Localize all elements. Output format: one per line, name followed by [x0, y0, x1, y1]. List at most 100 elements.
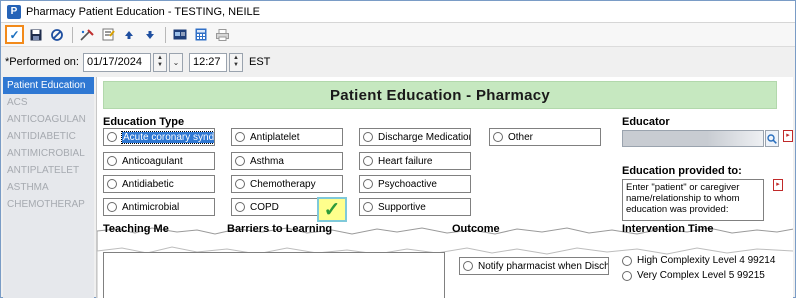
- radio-antimicrobial[interactable]: Antimicrobial: [103, 198, 215, 216]
- toolbar-separator: [72, 26, 73, 43]
- radio-discharge-medications[interactable]: Discharge Medications: [359, 128, 471, 146]
- provided-to-document-icon[interactable]: ▸: [773, 179, 783, 191]
- calculator-button[interactable]: [192, 26, 210, 44]
- radio-anticoagulant[interactable]: Anticoagulant: [103, 152, 215, 170]
- spin-down-icon: ▼: [157, 62, 163, 68]
- educator-search-button[interactable]: [765, 130, 779, 147]
- down-arrow-icon: [146, 30, 154, 39]
- search-icon: [767, 133, 777, 144]
- sidebar-item-anticoagulant[interactable]: ANTICOAGULAN: [3, 111, 94, 128]
- radio-heart-failure[interactable]: Heart failure: [359, 152, 471, 170]
- arrow-icon: ▸: [776, 181, 780, 188]
- radio-chemotherapy[interactable]: Chemotherapy: [231, 175, 343, 193]
- educator-heading: Educator: [622, 116, 670, 128]
- teaching-methods-heading: Teaching Me: [103, 223, 169, 235]
- save-button[interactable]: [27, 26, 45, 44]
- radio-circle-icon: [622, 270, 632, 281]
- performed-on-row: *Performed on: 01/17/2024 ▲ ▼ ⌄ 12:27 ▲ ▼ …: [1, 50, 795, 74]
- sidebar-item-chemotherapy[interactable]: CHEMOTHERAP: [3, 196, 94, 213]
- radio-acute-coronary-syndrome[interactable]: Acute coronary syndrome: [103, 128, 215, 146]
- toolbar: ✓: [1, 23, 795, 47]
- radio-notify-pharmacist[interactable]: Notify pharmacist when Discharged: [459, 257, 609, 275]
- sidebar-item-patient-education[interactable]: Patient Education: [3, 77, 94, 94]
- performed-on-label: *Performed on:: [5, 56, 79, 68]
- cancel-button[interactable]: [48, 26, 66, 44]
- form-banner: Patient Education - Pharmacy: [103, 81, 777, 109]
- provided-to-heading: Education provided to:: [622, 165, 742, 177]
- sidebar-item-antidiabetic[interactable]: ANTIDIABETIC: [3, 128, 94, 145]
- performed-time-field[interactable]: 12:27: [188, 52, 227, 72]
- radio-circle-icon: [235, 156, 245, 166]
- option-label: Asthma: [250, 155, 284, 167]
- up-arrow-icon: [125, 30, 133, 39]
- sign-checkmark-button[interactable]: ✓: [5, 25, 24, 44]
- radio-supportive[interactable]: Supportive: [359, 198, 471, 216]
- tools-button[interactable]: [78, 26, 96, 44]
- radio-circle-icon: [363, 202, 373, 212]
- radio-circle-icon: [235, 179, 245, 189]
- radio-circle-icon: [622, 255, 632, 266]
- radio-high-complexity[interactable]: High Complexity Level 4 99214: [622, 255, 775, 266]
- radio-circle-icon: [463, 261, 473, 271]
- cancel-icon: [51, 28, 63, 41]
- radio-antidiabetic[interactable]: Antidiabetic: [103, 175, 215, 193]
- sidebar-item-acs[interactable]: ACS: [3, 94, 94, 111]
- barriers-heading: Barriers to Learning: [227, 223, 333, 235]
- print-button[interactable]: [213, 26, 231, 44]
- app-icon: P: [7, 4, 21, 19]
- date-spinner[interactable]: ▲ ▼: [152, 52, 167, 72]
- radio-circle-icon: [107, 132, 117, 142]
- section-nav: Patient Education ACS ANTICOAGULAN ANTID…: [3, 77, 94, 298]
- option-label: High Complexity Level 4 99214: [637, 255, 776, 266]
- radio-circle-icon: [107, 179, 117, 189]
- move-up-button[interactable]: [120, 26, 138, 44]
- provided-to-input[interactable]: Enter "patient" or caregiver name/relati…: [622, 179, 764, 221]
- option-label: Very Complex Level 5 99215: [637, 270, 765, 281]
- radio-circle-icon: [107, 156, 117, 166]
- performed-date-field[interactable]: 01/17/2024: [82, 52, 151, 72]
- sidebar-item-asthma[interactable]: ASTHMA: [3, 179, 94, 196]
- outcome-heading: Outcome: [452, 223, 500, 235]
- date-dropdown[interactable]: ⌄: [168, 52, 183, 72]
- option-label: Acute coronary syndrome: [121, 130, 214, 144]
- radio-circle-icon: [107, 202, 117, 212]
- teaching-notes-textarea[interactable]: [103, 252, 445, 298]
- radio-antiplatelet[interactable]: Antiplatelet: [231, 128, 343, 146]
- radio-circle-icon: [363, 132, 373, 142]
- radio-asthma[interactable]: Asthma: [231, 152, 343, 170]
- option-label: Notify pharmacist when Discharged: [478, 260, 609, 272]
- radio-circle-icon: [235, 202, 245, 212]
- calculator-icon: [195, 28, 207, 41]
- educator-document-icon[interactable]: ▸: [783, 130, 793, 142]
- radio-circle-icon: [493, 132, 503, 142]
- tools-icon: [80, 28, 94, 41]
- radio-circle-icon: [363, 156, 373, 166]
- radio-circle-icon: [235, 132, 245, 142]
- sidebar-item-antiplatelet[interactable]: ANTIPLATELET: [3, 162, 94, 179]
- spin-up-icon: ▲: [157, 55, 163, 61]
- option-label: Antiplatelet: [250, 131, 300, 143]
- spin-down-icon: ▼: [233, 62, 239, 68]
- save-icon: [30, 29, 42, 40]
- pharmacy-education-window: P Pharmacy Patient Education - TESTING, …: [0, 0, 796, 298]
- form-content: Patient Education - Pharmacy Education T…: [96, 77, 793, 298]
- form-icon: [102, 28, 115, 41]
- radio-psychoactive[interactable]: Psychoactive: [359, 175, 471, 193]
- title-bar: P Pharmacy Patient Education - TESTING, …: [1, 1, 795, 23]
- radio-other[interactable]: Other: [489, 128, 601, 146]
- option-label: Discharge Medications: [378, 131, 471, 143]
- option-label: Heart failure: [378, 155, 433, 167]
- move-down-button[interactable]: [141, 26, 159, 44]
- option-label: Antimicrobial: [122, 201, 180, 213]
- intervention-time-heading: Intervention Time: [622, 223, 714, 235]
- time-spinner[interactable]: ▲ ▼: [228, 52, 243, 72]
- form-button[interactable]: [99, 26, 117, 44]
- option-label: Chemotherapy: [250, 178, 316, 190]
- card-button[interactable]: [171, 26, 189, 44]
- chevron-down-icon: ⌄: [172, 57, 180, 67]
- sidebar-item-antimicrobial[interactable]: ANTIMICROBIAL: [3, 145, 94, 162]
- card-icon: [173, 29, 187, 40]
- radio-very-complex[interactable]: Very Complex Level 5 99215: [622, 270, 765, 281]
- option-label: Supportive: [378, 201, 426, 213]
- educator-field[interactable]: [622, 130, 764, 147]
